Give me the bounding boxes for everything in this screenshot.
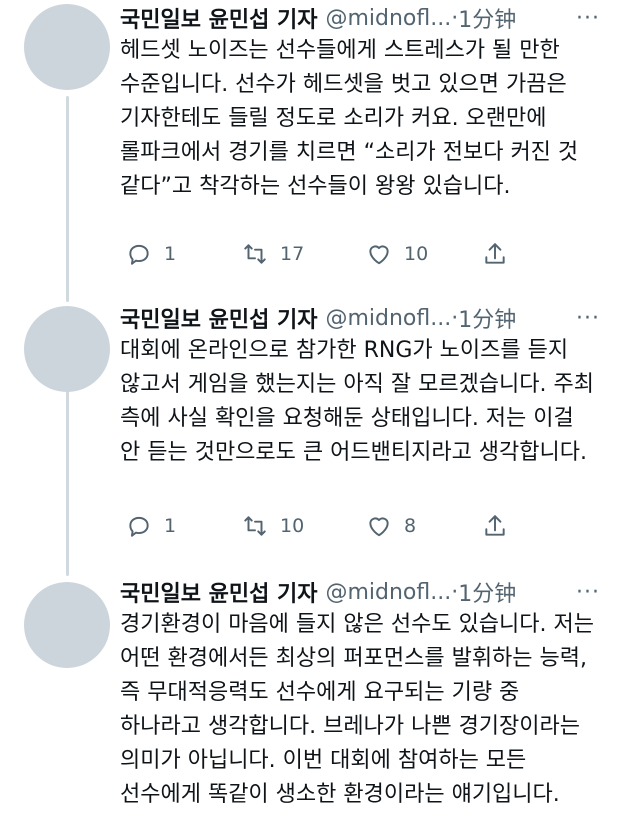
avatar[interactable] [24,582,110,668]
reply-icon [129,244,149,265]
reply-count: 1 [164,515,177,537]
author-handle[interactable]: @midnofl... [325,580,451,605]
reply-icon [129,516,149,537]
tweet-actions: 1 10 8 [120,510,540,542]
more-options-icon[interactable]: ··· [568,574,608,610]
retweet-icon [244,516,266,536]
author-name[interactable]: 국민일보 윤민섭 기자 [120,576,317,608]
retweet-icon [244,244,266,264]
tweet[interactable]: 국민일보 윤민섭 기자 @midnofl... · 1分钟 ··· 헤드셋 노이… [0,0,620,290]
more-options-icon[interactable]: ··· [568,300,608,336]
retweet-button[interactable]: 17 [242,241,304,267]
tweet-text: 경기환경이 마음에 들지 않은 선수도 있습니다. 저는 어떤 환경에서든 최상… [120,612,594,807]
share-button[interactable] [482,513,508,539]
tweet-text: 대회에 온라인으로 참가한 RNG가 노이즈를 듣지 않고서 게임을 했는지는 … [120,338,594,465]
tweet-header: 국민일보 윤민섭 기자 @midnofl... · 1分钟 [120,300,600,336]
tweet-header: 국민일보 윤민섭 기자 @midnofl... · 1分钟 [120,574,600,610]
tweet-text: 헤드셋 노이즈는 선수들에게 스트레스가 될 만한 수준입니다. 선수가 헤드셋… [120,38,579,199]
retweet-count: 10 [280,515,305,537]
reply-count: 1 [164,243,177,265]
share-icon [485,243,505,264]
author-handle[interactable]: @midnofl... [325,306,451,331]
timestamp[interactable]: 1分钟 [458,576,516,608]
avatar[interactable] [24,306,110,392]
author-name[interactable]: 국민일보 윤민섭 기자 [120,302,317,334]
separator-dot: · [451,305,459,331]
avatar[interactable] [24,4,110,90]
tweet[interactable]: 국민일보 윤민섭 기자 @midnofl... · 1分钟 ··· 대회에 온라… [0,300,620,570]
timestamp[interactable]: 1分钟 [458,2,516,34]
share-button[interactable] [482,241,508,267]
more-options-icon[interactable]: ··· [568,0,608,36]
author-name[interactable]: 국민일보 윤민섭 기자 [120,2,317,34]
separator-dot: · [451,579,459,605]
separator-dot: · [451,5,459,31]
tweet[interactable]: 국민일보 윤민섭 기자 @midnofl... · 1分钟 ··· 경기환경이 … [0,574,620,833]
heart-icon [369,245,389,265]
reply-button[interactable]: 1 [126,241,176,267]
like-button[interactable]: 8 [366,513,416,539]
retweet-count: 17 [280,243,305,265]
like-count: 8 [404,515,417,537]
tweet-header: 국민일보 윤민섭 기자 @midnofl... · 1分钟 [120,0,600,36]
timestamp[interactable]: 1分钟 [458,302,516,334]
like-count: 10 [404,243,429,265]
heart-icon [369,517,389,537]
retweet-button[interactable]: 10 [242,513,304,539]
share-icon [485,515,505,536]
like-button[interactable]: 10 [366,241,428,267]
author-handle[interactable]: @midnofl... [325,6,451,31]
tweet-actions: 1 17 10 [120,238,540,270]
reply-button[interactable]: 1 [126,513,176,539]
